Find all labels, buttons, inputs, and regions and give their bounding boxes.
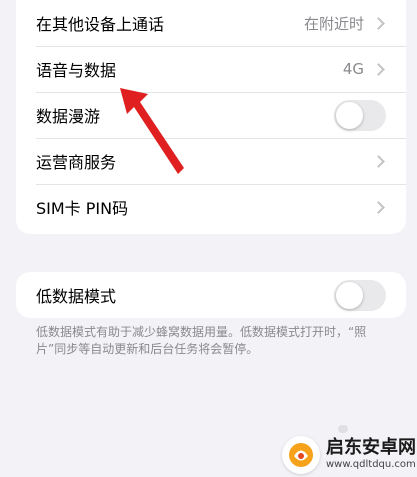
watermark-logo-icon bbox=[282, 435, 320, 474]
low-data-mode-footnote: 低数据模式有助于减少蜂窝数据用量。低数据模式打开时，“照片”同步等自动更新和后台… bbox=[36, 325, 367, 356]
row-label: SIM卡 PIN码 bbox=[36, 199, 129, 218]
site-watermark: 启东安卓网 www.qdltdqu.com bbox=[282, 432, 417, 477]
chevron-right-icon bbox=[372, 154, 385, 168]
row-label: 运营商服务 bbox=[36, 153, 117, 172]
toggle-knob bbox=[336, 101, 363, 129]
chevron-right-icon bbox=[372, 62, 385, 76]
watermark-text: 启东安卓网 www.qdltdqu.com bbox=[326, 439, 416, 470]
row-value: 在附近时 bbox=[303, 14, 364, 33]
row-label: 低数据模式 bbox=[36, 287, 117, 306]
low-data-mode-group: 低数据模式 bbox=[16, 272, 406, 318]
low-data-mode-toggle[interactable] bbox=[334, 279, 386, 311]
row-label: 在其他设备上通话 bbox=[36, 15, 165, 34]
watermark-url: www.qdltdqu.com bbox=[326, 459, 416, 470]
cellular-settings-group: 在其他设备上通话 在附近时 语音与数据 4G 数据漫游 运营商服务 SIM卡 P… bbox=[16, 0, 406, 234]
red-arrow-annotation-icon bbox=[120, 88, 184, 174]
chevron-right-icon bbox=[372, 200, 385, 214]
chevron-right-icon bbox=[372, 16, 385, 30]
row-value: 4G bbox=[342, 60, 364, 78]
row-label: 语音与数据 bbox=[36, 61, 117, 80]
row-carrier-services[interactable]: 运营商服务 bbox=[16, 138, 406, 184]
toggle-knob bbox=[336, 281, 363, 309]
row-data-roaming: 数据漫游 bbox=[16, 92, 406, 138]
watermark-title: 启东安卓网 bbox=[326, 437, 416, 458]
row-call-on-other-devices[interactable]: 在其他设备上通话 在附近时 bbox=[16, 0, 406, 46]
row-voice-and-data[interactable]: 语音与数据 4G bbox=[16, 46, 406, 92]
row-low-data-mode: 低数据模式 bbox=[16, 272, 406, 318]
data-roaming-toggle[interactable] bbox=[334, 99, 386, 131]
row-sim-pin[interactable]: SIM卡 PIN码 bbox=[16, 184, 406, 230]
